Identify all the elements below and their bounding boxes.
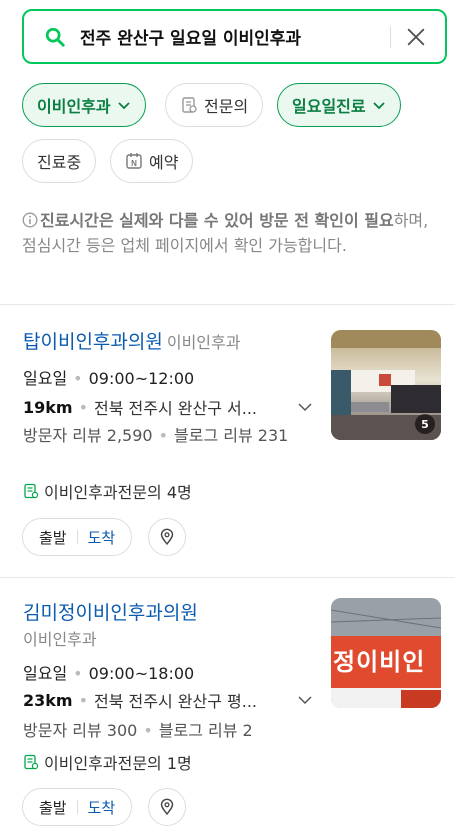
clear-icon[interactable] [405,26,427,48]
info-icon [22,212,38,228]
place-name-row[interactable]: 탑이비인후과의원 이비인후과 [23,327,240,354]
chip-label: 일요일진료 [292,97,366,116]
place-name[interactable]: 탑이비인후과의원 [23,331,163,353]
place-photo[interactable]: 5 [331,330,441,440]
map-pin-icon [160,798,174,816]
chevron-down-icon[interactable] [297,399,313,415]
chip-label: 이비인후과 [37,97,111,116]
filter-chip-booking[interactable]: N 예약 [110,139,194,183]
place-category-row: 이비인후과 [23,626,97,650]
chevron-down-icon[interactable] [297,692,313,708]
business-hours: 일요일 • 09:00~18:00 [23,664,195,683]
chevron-down-icon [117,102,130,110]
search-query[interactable]: 전주 완산구 일요일 이비인후과 [80,24,390,49]
map-pin-button[interactable] [148,518,186,556]
search-icon [45,27,65,47]
specialist-info: 이비인후과전문의 4명 [23,479,192,503]
specialist-doc-icon [182,97,197,113]
visitor-reviews: 방문자 리뷰 2,590 [23,426,153,445]
filter-chip-ent[interactable]: 이비인후과 [22,83,146,127]
chevron-down-icon [372,102,385,110]
arrive-button[interactable]: 도착 [88,527,116,548]
signboard-text: 정이비인 [333,648,426,676]
route-button[interactable]: 출발 도착 [22,518,133,556]
naver-booking-icon: N [126,153,142,169]
arrive-button[interactable]: 도착 [88,797,116,818]
filter-chip-sunday[interactable]: 일요일진료 [277,83,401,127]
search-bar[interactable]: 전주 완산구 일요일 이비인후과 [22,9,447,64]
map-pin-button[interactable] [148,788,186,826]
place-category: 이비인후과 [23,630,97,649]
specialist-count: 이비인후과전문의 4명 [44,483,192,502]
chip-label: 진료중 [37,153,82,172]
hours-time: 09:00~12:00 [88,369,195,388]
chip-label: 전문의 [204,97,249,116]
place-name[interactable]: 김미정이비인후과의원 [23,602,198,624]
chip-label: 예약 [149,153,179,172]
blog-reviews: 블로그 리뷰 2 [158,721,253,740]
depart-button[interactable]: 출발 [39,527,67,548]
result-card[interactable]: 김미정이비인후과의원 이비인후과 일요일 • 09:00~18:00 23km • 전북… [0,578,455,834]
hours-time: 09:00~18:00 [88,664,195,683]
distance: 23km [23,690,73,710]
address-row[interactable]: 19km • 전북 전주시 완산구 서... [23,395,313,419]
business-hours: 일요일 • 09:00~12:00 [23,369,195,388]
specialist-doc-icon [24,754,39,770]
hours-notice: 진료시간은 실제와 다를 수 있어 방문 전 확인이 필요하며, 점심시간 등은… [22,208,432,258]
photo-count-badge: 5 [415,414,435,434]
map-pin-icon [160,528,174,546]
review-counts: 방문자 리뷰 300 • 블로그 리뷰 2 [23,721,253,740]
search-divider [390,25,391,48]
specialist-doc-icon [24,483,39,499]
hours-day: 일요일 [23,369,68,388]
notice-bold: 진료시간은 실제와 다를 수 있어 방문 전 확인이 필요 [40,211,394,230]
result-card[interactable]: 탑이비인후과의원 이비인후과 일요일 • 09:00~12:00 19km • 전북 전주… [0,305,455,575]
place-category: 이비인후과 [166,333,241,352]
distance: 19km [23,397,73,417]
review-counts: 방문자 리뷰 2,590 • 블로그 리뷰 231 [23,426,289,445]
filter-chip-specialist[interactable]: 전문의 [165,83,264,127]
depart-button[interactable]: 출발 [39,797,67,818]
specialist-info: 이비인후과전문의 1명 [23,750,192,774]
address: 전북 전주시 완산구 평... [94,692,258,711]
blog-reviews: 블로그 리뷰 231 [174,426,289,445]
place-photo[interactable]: 정이비인 [331,598,441,708]
svg-text:N: N [131,159,137,168]
address-row[interactable]: 23km • 전북 전주시 완산구 평... [23,688,313,712]
specialist-count: 이비인후과전문의 1명 [44,754,192,773]
address: 전북 전주시 완산구 서... [94,399,258,418]
filter-chip-open-now[interactable]: 진료중 [22,139,97,183]
visitor-reviews: 방문자 리뷰 300 [23,721,138,740]
route-button[interactable]: 출발 도착 [22,788,133,826]
hours-day: 일요일 [23,664,68,683]
place-name-row[interactable]: 김미정이비인후과의원 [23,598,198,625]
